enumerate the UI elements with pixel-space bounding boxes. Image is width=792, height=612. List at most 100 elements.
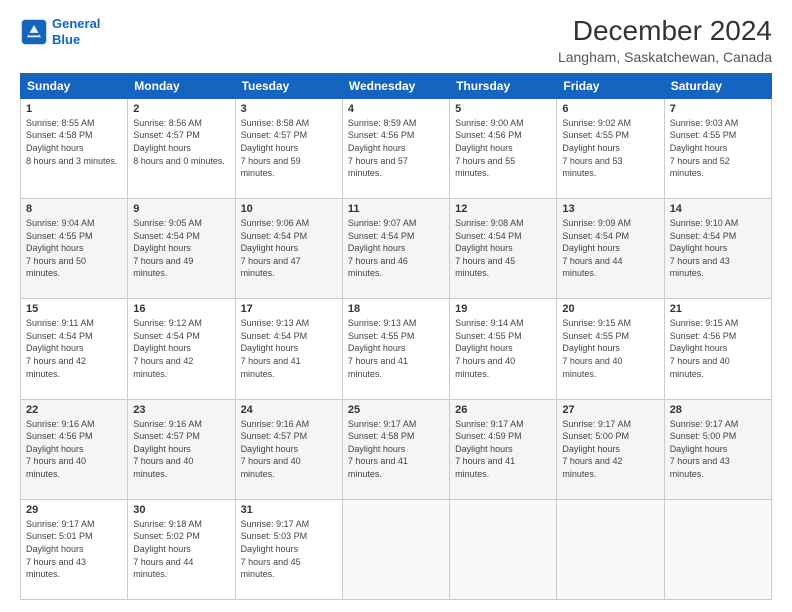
day-info: Sunrise: 9:05 AM Sunset: 4:54 PM Dayligh… (133, 217, 229, 280)
day-info: Sunrise: 9:17 AM Sunset: 5:01 PM Dayligh… (26, 518, 122, 581)
day-info: Sunrise: 9:17 AM Sunset: 5:00 PM Dayligh… (670, 418, 766, 481)
day-number: 29 (26, 504, 122, 516)
day-number: 28 (670, 404, 766, 416)
logo: General Blue (20, 16, 100, 47)
calendar-cell-w3-d2: 16 Sunrise: 9:12 AM Sunset: 4:54 PM Dayl… (128, 299, 235, 399)
day-info: Sunrise: 9:06 AM Sunset: 4:54 PM Dayligh… (241, 217, 337, 280)
week-row-1: 1 Sunrise: 8:55 AM Sunset: 4:58 PM Dayli… (21, 98, 772, 198)
col-tuesday: Tuesday (235, 73, 342, 98)
day-info: Sunrise: 9:09 AM Sunset: 4:54 PM Dayligh… (562, 217, 658, 280)
day-number: 9 (133, 203, 229, 215)
day-number: 23 (133, 404, 229, 416)
day-number: 3 (241, 103, 337, 115)
day-info: Sunrise: 9:16 AM Sunset: 4:57 PM Dayligh… (133, 418, 229, 481)
day-info: Sunrise: 8:58 AM Sunset: 4:57 PM Dayligh… (241, 117, 337, 180)
title-area: December 2024 Langham, Saskatchewan, Can… (558, 16, 772, 65)
calendar-cell-w1-d3: 3 Sunrise: 8:58 AM Sunset: 4:57 PM Dayli… (235, 98, 342, 198)
day-number: 19 (455, 303, 551, 315)
calendar-cell-w2-d2: 9 Sunrise: 9:05 AM Sunset: 4:54 PM Dayli… (128, 199, 235, 299)
day-number: 26 (455, 404, 551, 416)
day-number: 12 (455, 203, 551, 215)
calendar-cell-w3-d1: 15 Sunrise: 9:11 AM Sunset: 4:54 PM Dayl… (21, 299, 128, 399)
day-number: 24 (241, 404, 337, 416)
day-number: 16 (133, 303, 229, 315)
day-info: Sunrise: 9:04 AM Sunset: 4:55 PM Dayligh… (26, 217, 122, 280)
calendar-cell-w2-d7: 14 Sunrise: 9:10 AM Sunset: 4:54 PM Dayl… (664, 199, 771, 299)
day-info: Sunrise: 9:00 AM Sunset: 4:56 PM Dayligh… (455, 117, 551, 180)
header: General Blue December 2024 Langham, Sask… (20, 16, 772, 65)
calendar-cell-w4-d2: 23 Sunrise: 9:16 AM Sunset: 4:57 PM Dayl… (128, 399, 235, 499)
day-number: 13 (562, 203, 658, 215)
day-info: Sunrise: 9:15 AM Sunset: 4:56 PM Dayligh… (670, 317, 766, 380)
day-info: Sunrise: 9:16 AM Sunset: 4:57 PM Dayligh… (241, 418, 337, 481)
day-number: 2 (133, 103, 229, 115)
day-info: Sunrise: 9:16 AM Sunset: 4:56 PM Dayligh… (26, 418, 122, 481)
calendar-cell-w1-d2: 2 Sunrise: 8:56 AM Sunset: 4:57 PM Dayli… (128, 98, 235, 198)
calendar-cell-w2-d1: 8 Sunrise: 9:04 AM Sunset: 4:55 PM Dayli… (21, 199, 128, 299)
day-info: Sunrise: 9:03 AM Sunset: 4:55 PM Dayligh… (670, 117, 766, 180)
day-number: 8 (26, 203, 122, 215)
week-row-5: 29 Sunrise: 9:17 AM Sunset: 5:01 PM Dayl… (21, 499, 772, 599)
day-number: 31 (241, 504, 337, 516)
day-info: Sunrise: 9:17 AM Sunset: 4:58 PM Dayligh… (348, 418, 444, 481)
col-friday: Friday (557, 73, 664, 98)
day-number: 1 (26, 103, 122, 115)
day-info: Sunrise: 9:17 AM Sunset: 5:00 PM Dayligh… (562, 418, 658, 481)
col-monday: Monday (128, 73, 235, 98)
day-number: 10 (241, 203, 337, 215)
day-info: Sunrise: 9:13 AM Sunset: 4:55 PM Dayligh… (348, 317, 444, 380)
calendar-cell-w4-d3: 24 Sunrise: 9:16 AM Sunset: 4:57 PM Dayl… (235, 399, 342, 499)
day-info: Sunrise: 9:10 AM Sunset: 4:54 PM Dayligh… (670, 217, 766, 280)
calendar-cell-w1-d4: 4 Sunrise: 8:59 AM Sunset: 4:56 PM Dayli… (342, 98, 449, 198)
calendar-cell-w3-d5: 19 Sunrise: 9:14 AM Sunset: 4:55 PM Dayl… (450, 299, 557, 399)
calendar-cell-w2-d5: 12 Sunrise: 9:08 AM Sunset: 4:54 PM Dayl… (450, 199, 557, 299)
day-info: Sunrise: 9:11 AM Sunset: 4:54 PM Dayligh… (26, 317, 122, 380)
day-number: 21 (670, 303, 766, 315)
day-info: Sunrise: 9:02 AM Sunset: 4:55 PM Dayligh… (562, 117, 658, 180)
day-info: Sunrise: 9:13 AM Sunset: 4:54 PM Dayligh… (241, 317, 337, 380)
day-number: 22 (26, 404, 122, 416)
calendar-cell-w5-d4 (342, 499, 449, 599)
week-row-2: 8 Sunrise: 9:04 AM Sunset: 4:55 PM Dayli… (21, 199, 772, 299)
calendar-cell-w1-d5: 5 Sunrise: 9:00 AM Sunset: 4:56 PM Dayli… (450, 98, 557, 198)
logo-line1: General (52, 16, 100, 31)
calendar-cell-w3-d6: 20 Sunrise: 9:15 AM Sunset: 4:55 PM Dayl… (557, 299, 664, 399)
calendar-body: 1 Sunrise: 8:55 AM Sunset: 4:58 PM Dayli… (21, 98, 772, 599)
day-number: 15 (26, 303, 122, 315)
day-info: Sunrise: 8:56 AM Sunset: 4:57 PM Dayligh… (133, 117, 229, 167)
calendar-cell-w3-d4: 18 Sunrise: 9:13 AM Sunset: 4:55 PM Dayl… (342, 299, 449, 399)
day-number: 6 (562, 103, 658, 115)
day-number: 27 (562, 404, 658, 416)
calendar-cell-w4-d1: 22 Sunrise: 9:16 AM Sunset: 4:56 PM Dayl… (21, 399, 128, 499)
day-number: 5 (455, 103, 551, 115)
calendar-cell-w5-d7 (664, 499, 771, 599)
col-sunday: Sunday (21, 73, 128, 98)
calendar-cell-w5-d6 (557, 499, 664, 599)
logo-icon (20, 18, 48, 46)
header-row: Sunday Monday Tuesday Wednesday Thursday… (21, 73, 772, 98)
calendar-cell-w1-d6: 6 Sunrise: 9:02 AM Sunset: 4:55 PM Dayli… (557, 98, 664, 198)
day-number: 20 (562, 303, 658, 315)
calendar-cell-w2-d6: 13 Sunrise: 9:09 AM Sunset: 4:54 PM Dayl… (557, 199, 664, 299)
day-info: Sunrise: 9:08 AM Sunset: 4:54 PM Dayligh… (455, 217, 551, 280)
day-number: 25 (348, 404, 444, 416)
col-thursday: Thursday (450, 73, 557, 98)
day-info: Sunrise: 9:17 AM Sunset: 4:59 PM Dayligh… (455, 418, 551, 481)
logo-line2: Blue (52, 32, 80, 47)
week-row-3: 15 Sunrise: 9:11 AM Sunset: 4:54 PM Dayl… (21, 299, 772, 399)
day-info: Sunrise: 8:59 AM Sunset: 4:56 PM Dayligh… (348, 117, 444, 180)
day-info: Sunrise: 9:07 AM Sunset: 4:54 PM Dayligh… (348, 217, 444, 280)
day-info: Sunrise: 9:12 AM Sunset: 4:54 PM Dayligh… (133, 317, 229, 380)
calendar-cell-w4-d7: 28 Sunrise: 9:17 AM Sunset: 5:00 PM Dayl… (664, 399, 771, 499)
calendar-table: Sunday Monday Tuesday Wednesday Thursday… (20, 73, 772, 600)
main-title: December 2024 (558, 16, 772, 47)
calendar-cell-w5-d5 (450, 499, 557, 599)
day-info: Sunrise: 9:14 AM Sunset: 4:55 PM Dayligh… (455, 317, 551, 380)
calendar-cell-w4-d4: 25 Sunrise: 9:17 AM Sunset: 4:58 PM Dayl… (342, 399, 449, 499)
calendar-cell-w5-d1: 29 Sunrise: 9:17 AM Sunset: 5:01 PM Dayl… (21, 499, 128, 599)
calendar-cell-w1-d1: 1 Sunrise: 8:55 AM Sunset: 4:58 PM Dayli… (21, 98, 128, 198)
calendar-header: Sunday Monday Tuesday Wednesday Thursday… (21, 73, 772, 98)
col-wednesday: Wednesday (342, 73, 449, 98)
subtitle: Langham, Saskatchewan, Canada (558, 49, 772, 65)
day-number: 7 (670, 103, 766, 115)
